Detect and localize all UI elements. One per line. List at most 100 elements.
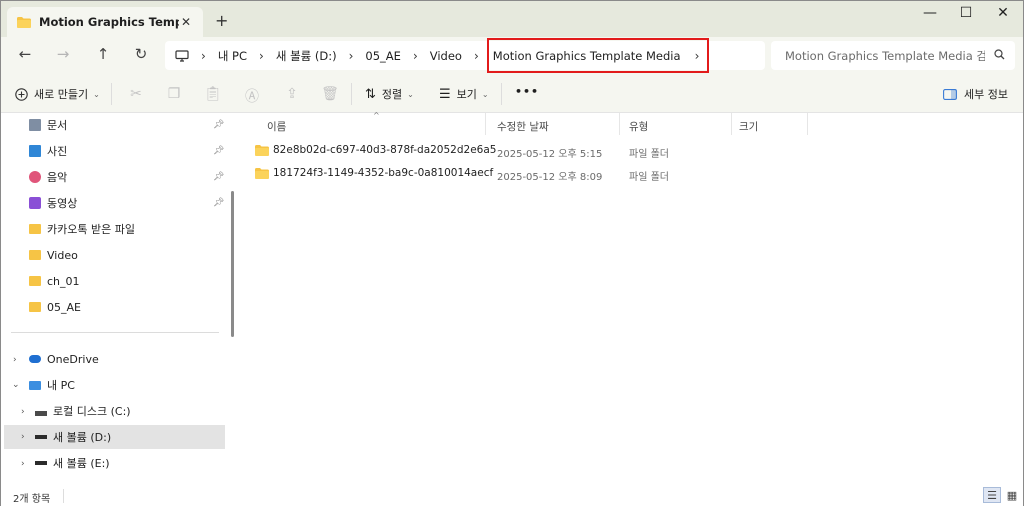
search-icon[interactable]	[994, 49, 1005, 60]
column-header-type[interactable]: 유형	[629, 119, 648, 134]
tab-title: Motion Graphics Template M	[39, 15, 179, 29]
sidebar-item-local-disk-c[interactable]: 로컬 디스크 (C:)	[35, 399, 131, 423]
sidebar-item-label: 05_AE	[47, 300, 81, 314]
file-list: ^ 이름 수정한 날짜 유형 크기 82e8b02d-c697-40d3-878…	[239, 111, 1023, 485]
sidebar-item-label: 내 PC	[47, 379, 75, 392]
new-tab-button[interactable]: +	[215, 11, 228, 30]
column-divider[interactable]	[731, 113, 732, 135]
onedrive-icon	[29, 355, 41, 363]
sidebar-item-05ae[interactable]: 05_AE	[29, 295, 81, 319]
sort-icon: ⇅	[365, 86, 376, 102]
monitor-icon[interactable]	[175, 49, 189, 62]
sidebar-item-documents[interactable]: 문서	[29, 113, 67, 137]
view-button-label: 보기	[456, 88, 477, 101]
column-header-name[interactable]: 이름	[267, 119, 286, 134]
view-button[interactable]: ☰ 보기 ⌄	[439, 86, 489, 102]
chevron-right-icon[interactable]: ›	[201, 49, 206, 63]
breadcrumb-current[interactable]: Motion Graphics Template Media	[493, 49, 681, 63]
sidebar-item-label: 문서	[47, 119, 68, 132]
column-divider[interactable]	[619, 113, 620, 135]
chevron-right-icon[interactable]: ›	[474, 49, 479, 63]
document-icon	[29, 119, 41, 131]
rename-icon[interactable]: Ⓐ	[243, 86, 261, 106]
folder-icon	[255, 167, 269, 179]
copy-icon[interactable]: ❐	[165, 86, 183, 102]
address-bar[interactable]: › 내 PC › 새 볼륨 (D:) › 05_AE › Video › Motion …	[165, 38, 765, 73]
details-pane-button[interactable]: 세부 정보	[943, 86, 1008, 102]
table-row[interactable]: 181724f3-1149-4352-ba9c-0a810014aecf 202…	[239, 163, 809, 185]
sidebar-item-music[interactable]: 음악	[29, 165, 67, 189]
chevron-down-icon: ⌄	[93, 89, 100, 99]
pictures-icon	[29, 145, 41, 157]
back-button[interactable]: ←	[15, 45, 35, 63]
tab-current-folder[interactable]: Motion Graphics Template M ✕	[7, 7, 203, 37]
breadcrumb-current-highlight[interactable]: Motion Graphics Template Media ›	[486, 38, 710, 73]
forward-button[interactable]: →	[53, 45, 73, 63]
share-icon[interactable]: ⇪	[283, 86, 301, 102]
pin-icon: 📌︎	[213, 198, 225, 208]
minimize-button[interactable]: —	[920, 5, 940, 21]
close-tab-icon[interactable]: ✕	[181, 15, 191, 29]
breadcrumb-05-ae[interactable]: 05_AE	[365, 49, 401, 63]
search-box[interactable]: Motion Graphics Template Media 검색	[771, 41, 1015, 70]
close-window-button[interactable]: ✕	[993, 5, 1013, 21]
sidebar-item-my-pc[interactable]: 내 PC	[29, 373, 75, 397]
sidebar-divider	[11, 332, 219, 333]
folder-icon	[29, 302, 41, 312]
folder-icon	[29, 250, 41, 260]
chevron-right-icon[interactable]: ›	[21, 407, 25, 417]
column-divider[interactable]	[485, 113, 486, 135]
sidebar-item-label: 카카오톡 받은 파일	[47, 223, 135, 236]
details-view-icon[interactable]: ☰	[983, 487, 1001, 503]
sidebar-scrollbar[interactable]	[231, 191, 234, 337]
sidebar-item-kakaotalk[interactable]: 카카오톡 받은 파일	[29, 217, 135, 241]
cut-icon[interactable]: ✂	[127, 86, 145, 102]
music-icon	[29, 171, 41, 183]
sidebar-item-onedrive[interactable]: OneDrive	[29, 347, 99, 371]
details-pane-icon	[943, 88, 957, 100]
chevron-right-icon[interactable]: ›	[21, 432, 25, 442]
up-button[interactable]: ↑	[93, 45, 113, 63]
refresh-button[interactable]: ↻	[131, 45, 151, 63]
file-name-cell[interactable]: 82e8b02d-c697-40d3-878f-da2052d2e6a5	[255, 144, 496, 156]
sidebar-item-label: OneDrive	[47, 352, 99, 366]
sidebar-item-label: 사진	[47, 145, 68, 158]
chevron-right-icon[interactable]: ›	[349, 49, 354, 63]
sidebar-item-ch01[interactable]: ch_01	[29, 269, 80, 293]
breadcrumb-video[interactable]: Video	[430, 49, 462, 63]
table-row[interactable]: 82e8b02d-c697-40d3-878f-da2052d2e6a5 202…	[239, 140, 809, 162]
chevron-right-icon[interactable]: ›	[259, 49, 264, 63]
folder-icon	[17, 16, 31, 28]
chevron-right-icon[interactable]: ›	[21, 459, 25, 469]
sort-button[interactable]: ⇅ 정렬 ⌄	[365, 86, 414, 102]
breadcrumb-volume-d[interactable]: 새 볼륨 (D:)	[276, 48, 337, 64]
sidebar-item-videos[interactable]: 동영상	[29, 191, 77, 215]
chevron-right-icon[interactable]: ›	[13, 355, 17, 365]
new-button[interactable]: 새로 만들기 ⌄	[15, 86, 100, 102]
more-options-button[interactable]: •••	[515, 85, 539, 98]
status-bar: 2개 항목 ☰ ▦	[1, 485, 1023, 507]
maximize-button[interactable]: ☐	[956, 5, 976, 21]
sidebar-item-volume-e[interactable]: 새 볼륨 (E:)	[35, 451, 110, 475]
column-header-modified[interactable]: 수정한 날짜	[497, 119, 549, 134]
chevron-right-icon[interactable]: ›	[413, 49, 418, 63]
pc-icon	[29, 380, 41, 390]
search-input[interactable]: Motion Graphics Template Media 검색	[785, 48, 985, 64]
chevron-down-icon[interactable]: ⌄	[12, 380, 20, 390]
file-modified: 2025-05-12 오후 8:09	[497, 172, 603, 183]
breadcrumb-my-pc[interactable]: 내 PC	[218, 48, 247, 64]
sidebar-item-volume-d[interactable]: › 새 볼륨 (D:)	[4, 425, 225, 449]
paste-icon[interactable]: 📋︎	[204, 86, 222, 102]
navigation-pane: 문서 📌︎ 사진 📌︎ 음악 📌︎ 동영상 📌︎ 카카오톡 받은 파일 Vide…	[1, 113, 231, 485]
sidebar-item-pictures[interactable]: 사진	[29, 139, 67, 163]
chevron-right-icon[interactable]: ›	[695, 49, 700, 63]
toolbar-divider	[501, 83, 502, 105]
tiles-view-icon[interactable]: ▦	[1003, 487, 1021, 503]
toolbar-divider	[351, 83, 352, 105]
sidebar-item-label: Video	[47, 248, 78, 262]
sidebar-item-video[interactable]: Video	[29, 243, 78, 267]
delete-icon[interactable]: 🗑︎	[321, 86, 339, 102]
column-header-size[interactable]: 크기	[739, 119, 758, 134]
column-divider[interactable]	[807, 113, 808, 135]
file-name-cell[interactable]: 181724f3-1149-4352-ba9c-0a810014aecf	[255, 167, 493, 179]
